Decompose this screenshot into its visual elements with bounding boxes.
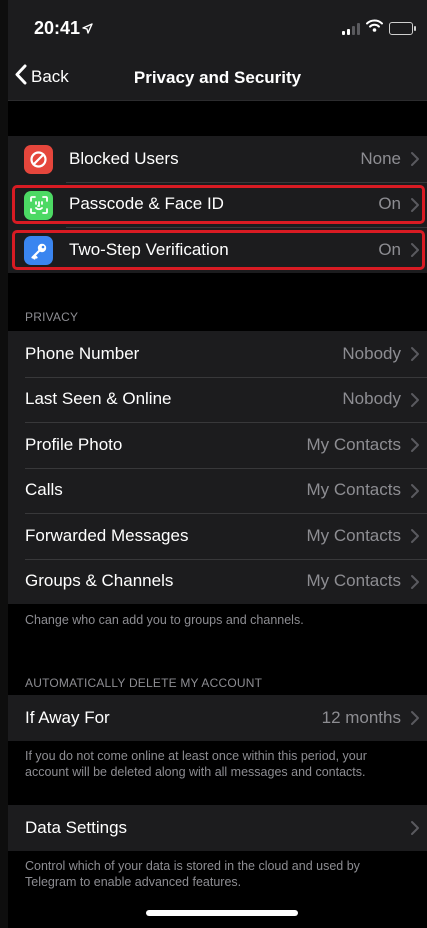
chevron-right-icon — [411, 152, 419, 166]
row-value: Nobody — [342, 389, 401, 409]
chevron-right-icon — [411, 347, 419, 361]
passcode-face-id-row[interactable]: Passcode & Face ID On — [8, 181, 427, 228]
auto-delete-footer: If you do not come online at least once … — [25, 749, 367, 779]
last-seen-online-row[interactable]: Last Seen & Online Nobody — [8, 376, 427, 423]
auto-delete-group: If Away For 12 months — [8, 695, 427, 741]
status-time: 20:41 — [34, 18, 81, 38]
groups-channels-row[interactable]: Groups & Channels My Contacts — [8, 558, 427, 605]
face-id-icon — [24, 190, 53, 220]
row-label: Blocked Users — [69, 148, 179, 168]
row-label: Passcode & Face ID — [69, 194, 224, 214]
chevron-right-icon — [411, 438, 419, 452]
row-value: My Contacts — [306, 480, 401, 500]
row-label: Two-Step Verification — [69, 239, 229, 259]
data-settings-group: Data Settings — [8, 805, 427, 851]
row-value: My Contacts — [306, 525, 401, 545]
signal-icon — [342, 22, 360, 35]
chevron-right-icon — [411, 821, 419, 835]
forwarded-messages-row[interactable]: Forwarded Messages My Contacts — [8, 513, 427, 559]
wifi-icon — [366, 19, 383, 37]
navigation-bar: Back Privacy and Security — [8, 56, 427, 101]
data-settings-row[interactable]: Data Settings — [8, 805, 427, 851]
phone-number-row[interactable]: Phone Number Nobody — [8, 331, 427, 377]
two-step-verification-row[interactable]: Two-Step Verification On — [8, 227, 427, 273]
row-label: If Away For — [25, 707, 110, 727]
chevron-right-icon — [411, 392, 419, 407]
chevron-right-icon — [411, 243, 419, 257]
status-icons — [342, 19, 416, 37]
privacy-section-header: PRIVACY — [25, 310, 79, 324]
chevron-right-icon — [411, 483, 419, 498]
row-label: Profile Photo — [25, 434, 123, 454]
location-arrow-icon — [82, 21, 93, 39]
chevron-right-icon — [411, 711, 419, 725]
row-value: My Contacts — [306, 434, 401, 454]
row-label: Calls — [25, 480, 63, 500]
row-value: My Contacts — [306, 571, 401, 591]
row-value: On — [378, 239, 401, 259]
key-icon — [24, 236, 53, 265]
data-settings-footer: Control which of your data is stored in … — [25, 859, 360, 889]
blocked-icon — [24, 145, 53, 174]
row-label: Forwarded Messages — [25, 525, 189, 545]
if-away-for-row[interactable]: If Away For 12 months — [8, 695, 427, 741]
battery-icon — [389, 21, 416, 35]
calls-row[interactable]: Calls My Contacts — [8, 467, 427, 514]
row-value: On — [378, 194, 401, 214]
auto-delete-section-header: AUTOMATICALLY DELETE MY ACCOUNT — [25, 676, 263, 690]
profile-photo-row[interactable]: Profile Photo My Contacts — [8, 422, 427, 468]
blocked-users-row[interactable]: Blocked Users None — [8, 136, 427, 182]
row-label: Last Seen & Online — [25, 389, 172, 409]
chevron-right-icon — [411, 529, 419, 543]
row-value: 12 months — [321, 707, 401, 727]
page-title: Privacy and Security — [133, 68, 302, 87]
row-value: Nobody — [342, 343, 401, 363]
row-label: Data Settings — [25, 817, 128, 837]
home-indicator[interactable] — [146, 910, 298, 916]
chevron-right-icon — [411, 197, 419, 212]
privacy-group: Phone Number Nobody Last Seen & Online N… — [8, 331, 427, 604]
chevron-right-icon — [411, 574, 419, 589]
screen: 20:41 Back Privacy and Security Blocked … — [8, 0, 427, 928]
status-bar: 20:41 — [8, 0, 427, 56]
row-label: Phone Number — [25, 343, 140, 363]
row-value: None — [360, 148, 401, 168]
row-label: Groups & Channels — [25, 571, 174, 591]
security-group: Blocked Users None Passcode & Face ID On… — [8, 136, 427, 273]
privacy-footer: Change who can add you to groups and cha… — [25, 613, 304, 627]
